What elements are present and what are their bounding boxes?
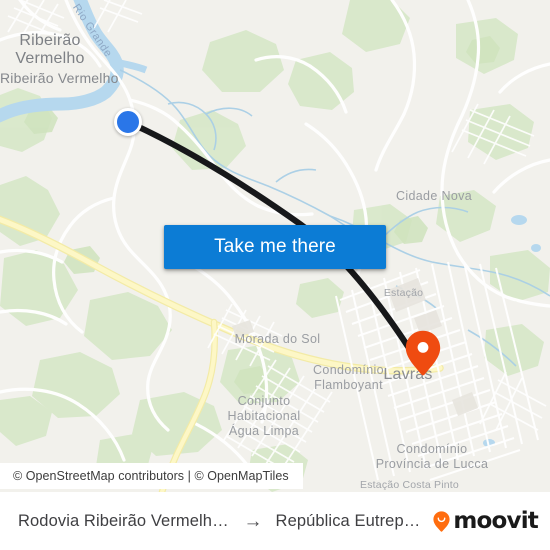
take-me-there-label: Take me there	[214, 236, 336, 257]
map-canvas[interactable]: Ribeirão Vermelho Ribeirão Vermelho Rio …	[0, 0, 550, 492]
moovit-logo[interactable]: moovit	[433, 507, 539, 534]
map-pin-icon	[405, 330, 441, 376]
trip-endpoints: Rodovia Ribeirão Vermelho, ... → Repúbli…	[18, 512, 425, 531]
moovit-wordmark: moovit	[453, 507, 538, 534]
destination-marker[interactable]	[405, 330, 441, 376]
moovit-map-screen: Ribeirão Vermelho Ribeirão Vermelho Rio …	[0, 0, 550, 550]
attribution-text: © OpenStreetMap contributors | © OpenMap…	[13, 469, 289, 483]
origin-marker[interactable]	[114, 108, 142, 136]
map-attribution[interactable]: © OpenStreetMap contributors | © OpenMap…	[0, 463, 303, 489]
origin-name: Rodovia Ribeirão Vermelho, ...	[18, 511, 231, 530]
trip-summary-bar: Rodovia Ribeirão Vermelho, ... → Repúbli…	[0, 492, 550, 550]
moovit-pin-icon	[433, 510, 450, 532]
destination-name: República Eutrepse...	[275, 511, 426, 530]
arrow-right-icon: →	[243, 510, 263, 532]
take-me-there-button[interactable]: Take me there	[164, 225, 386, 269]
